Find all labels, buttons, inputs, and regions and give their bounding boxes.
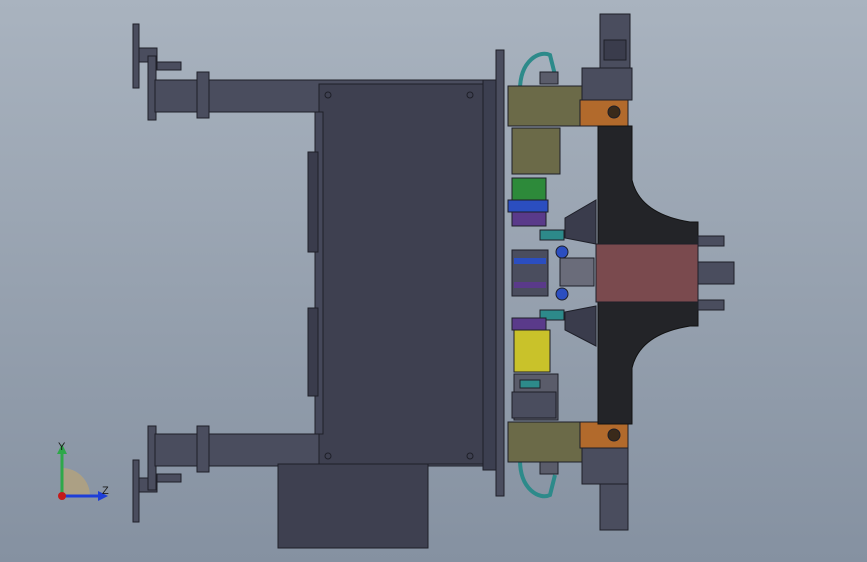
vertical-plate-back [482, 79, 498, 471]
top-brown-link [579, 99, 629, 127]
blue-block-upper [507, 199, 549, 213]
green-block-upper [511, 177, 547, 201]
center-stripe-2 [514, 282, 546, 288]
gripper-face [595, 243, 699, 303]
y-axis-label: Y [58, 441, 66, 453]
top-left-bolt-shaft [156, 61, 182, 71]
yellow-block [513, 329, 551, 373]
xy-plane-wedge [62, 468, 90, 496]
gripper-rod-top [697, 235, 725, 247]
lower-teal-tab [519, 379, 541, 389]
frame-assembly [132, 23, 505, 549]
side-block-1 [307, 151, 319, 253]
x-axis-dot [58, 492, 66, 500]
bottom-left-bolt-shaft [156, 473, 182, 483]
top-clamp-block [581, 67, 633, 101]
upper-fitting [555, 245, 569, 259]
main-panel [318, 83, 484, 465]
top-cylinder [507, 85, 583, 127]
z-axis-label: Z [102, 485, 109, 497]
center-block [511, 249, 549, 297]
top-fitting [539, 71, 559, 85]
bottom-pivot [607, 428, 621, 442]
lower-clamp-body [511, 391, 557, 419]
side-block-2 [307, 307, 319, 397]
teal-block-upper [539, 229, 565, 241]
coordinate-triad: Y Z [57, 441, 109, 501]
gripper-rod-bottom [697, 299, 725, 311]
vertical-plate [495, 49, 505, 497]
bottom-brown-link [579, 421, 629, 449]
nozzle [559, 257, 595, 287]
bottom-base-block [277, 463, 429, 549]
top-left-mount-plate [132, 23, 140, 89]
bottom-cylinder [507, 421, 583, 463]
gripper-rod-mid [697, 261, 735, 285]
lower-cone [564, 305, 597, 347]
top-arm-collar [196, 71, 210, 119]
top-cylinder-body [511, 127, 561, 175]
bottom-fitting [539, 461, 559, 475]
bottom-arm-collar [196, 425, 210, 473]
purple-block-upper [511, 211, 547, 227]
bottom-left-mount-plate [132, 459, 140, 523]
purple-block-lower [511, 317, 547, 331]
lower-fitting [555, 287, 569, 301]
bottom-clamp-block [581, 447, 629, 485]
mechanism-assembly [507, 13, 735, 531]
bottom-clamp-head [599, 483, 629, 531]
cad-assembly-view [132, 13, 735, 549]
top-pivot [607, 105, 621, 119]
upper-cone [564, 199, 597, 245]
top-clamp-cap [603, 39, 627, 61]
center-stripe-1 [514, 258, 546, 264]
